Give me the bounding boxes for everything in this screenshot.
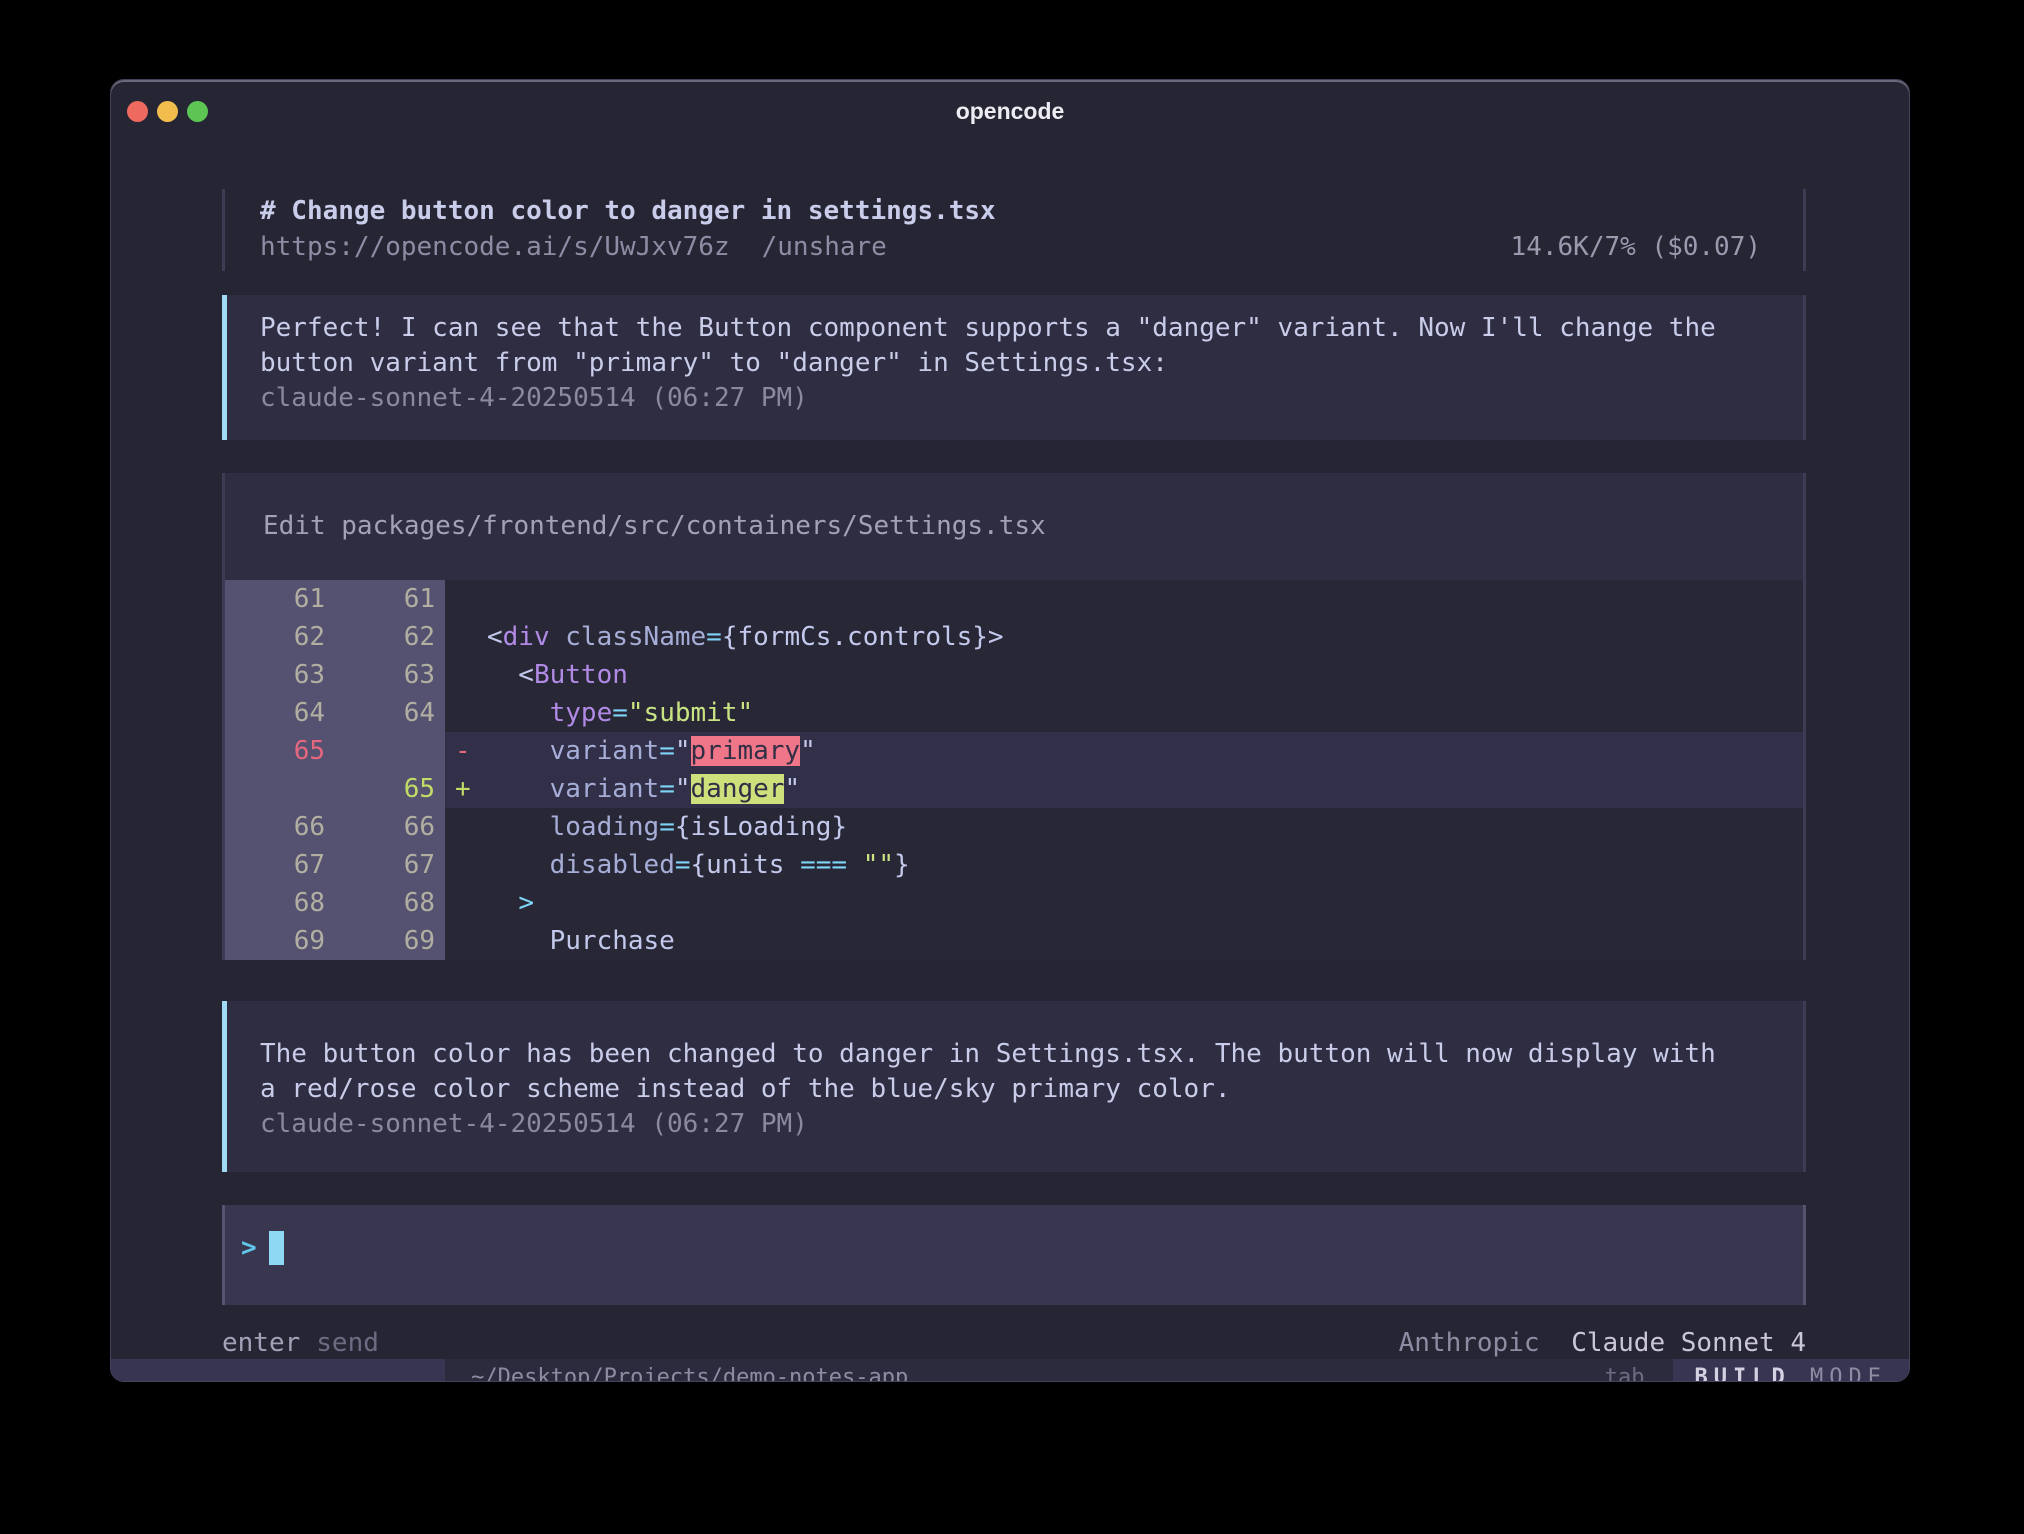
code-line: > (487, 884, 1803, 922)
gutter-old-line-number: 66 (225, 808, 325, 846)
diff-marker (445, 694, 487, 732)
send-action-hint: send (316, 1327, 379, 1359)
gutter-new-line-number: 62 (325, 618, 445, 656)
gutter-new-line-number: 69 (325, 922, 445, 960)
diff-row: 6666 loading={isLoading} (225, 808, 1803, 846)
diff-marker: + (445, 770, 487, 808)
message-meta: claude-sonnet-4-20250514 (06:27 PM) (260, 381, 1743, 416)
edit-file-header: Edit packages/frontend/src/containers/Se… (225, 473, 1803, 580)
code-line: <div className={formCs.controls}> (487, 618, 1803, 656)
diff-row: 6161 (225, 580, 1803, 618)
gutter-old-line-number: 67 (225, 846, 325, 884)
diff-row: 65 - variant="primary" (225, 732, 1803, 770)
token-cost-stats: 14.6K/7% ($0.07) (1511, 229, 1761, 265)
diff-row: 6363 <Button (225, 656, 1803, 694)
working-directory: ~/Desktop/Projects/demo-notes-app (445, 1359, 908, 1382)
message-meta: claude-sonnet-4-20250514 (06:27 PM) (260, 1107, 1743, 1142)
unshare-command[interactable]: /unshare (762, 229, 887, 265)
enter-key-hint: enter (222, 1327, 300, 1359)
gutter-new-line-number: 63 (325, 656, 445, 694)
provider-name: Anthropic (1399, 1328, 1540, 1358)
mode-label-bold: BUILD (1695, 1365, 1791, 1382)
session-header: # Change button color to danger in setti… (222, 189, 1806, 271)
gutter-old-line-number: 68 (225, 884, 325, 922)
status-bar: opencodev0.3.11 ~/Desktop/Projects/demo-… (111, 1359, 1909, 1382)
gutter-new-line-number (325, 732, 445, 770)
code-line (487, 580, 1803, 618)
opencode-window: opencode # Change button color to danger… (110, 79, 1910, 1382)
code-line: type="submit" (487, 694, 1803, 732)
diff-marker (445, 656, 487, 694)
diff-row: 6969 Purchase (225, 922, 1803, 960)
mode-segment[interactable]: BUILD MODE (1673, 1359, 1909, 1382)
message-text: Perfect! I can see that the Button compo… (260, 311, 1743, 381)
gutter-new-line-number: 64 (325, 694, 445, 732)
diff-marker (445, 808, 487, 846)
share-url[interactable]: https://opencode.ai/s/UwJxv76z (260, 229, 730, 265)
app-version-segment: opencodev0.3.11 (111, 1359, 445, 1382)
diff-row: 6464 type="submit" (225, 694, 1803, 732)
code-line: variant="danger" (487, 770, 1803, 808)
code-line: disabled={units === ""} (487, 846, 1803, 884)
text-cursor (269, 1231, 284, 1265)
titlebar: opencode (111, 80, 1909, 142)
code-line: variant="primary" (487, 732, 1803, 770)
message-text: The button color has been changed to dan… (260, 1037, 1743, 1107)
diff-row: 6262 <div className={formCs.controls}> (225, 618, 1803, 656)
model-name: Claude Sonnet 4 (1571, 1328, 1806, 1358)
code-line: <Button (487, 656, 1803, 694)
prompt-line: > (241, 1231, 1787, 1265)
session-title: # Change button color to danger in setti… (260, 193, 1761, 229)
gutter-old-line-number: 62 (225, 618, 325, 656)
diff-marker (445, 922, 487, 960)
session-subline: https://opencode.ai/s/UwJxv76z /unshare … (260, 229, 1761, 265)
gutter-old-line-number: 63 (225, 656, 325, 694)
gutter-old-line-number: 64 (225, 694, 325, 732)
assistant-message: Perfect! I can see that the Button compo… (222, 295, 1806, 440)
status-bar-right: tab BUILD MODE (1605, 1359, 1909, 1382)
mode-label-rest: MODE (1791, 1365, 1887, 1382)
gutter-old-line-number: 69 (225, 922, 325, 960)
diff-marker (445, 580, 487, 618)
edit-tool-block: Edit packages/frontend/src/containers/Se… (222, 473, 1806, 960)
gutter-new-line-number: 65 (325, 770, 445, 808)
gutter-old-line-number: 65 (225, 732, 325, 770)
gutter-new-line-number: 66 (325, 808, 445, 846)
code-line: loading={isLoading} (487, 808, 1803, 846)
gutter-new-line-number: 68 (325, 884, 445, 922)
assistant-message: The button color has been changed to dan… (222, 1001, 1806, 1172)
diff-row: 6868 > (225, 884, 1803, 922)
diff-marker (445, 846, 487, 884)
model-indicator: Anthropic Claude Sonnet 4 (1399, 1327, 1806, 1359)
prompt-symbol: > (241, 1233, 257, 1263)
gutter-old-line-number (225, 770, 325, 808)
diff-marker (445, 618, 487, 656)
diff-row: 6767 disabled={units === ""} (225, 846, 1803, 884)
diff-marker: - (445, 732, 487, 770)
tab-key-hint: tab (1605, 1359, 1673, 1382)
window-title: opencode (111, 98, 1909, 125)
main-content: # Change button color to danger in setti… (111, 142, 1909, 1359)
code-line: Purchase (487, 922, 1803, 960)
diff-marker (445, 884, 487, 922)
prompt-input[interactable]: > (222, 1205, 1806, 1305)
gutter-new-line-number: 61 (325, 580, 445, 618)
diff-row: 65+ variant="danger" (225, 770, 1803, 808)
hint-row: enter send Anthropic Claude Sonnet 4 (222, 1327, 1806, 1359)
gutter-new-line-number: 67 (325, 846, 445, 884)
diff-rows: 61616262 <div className={formCs.controls}… (225, 580, 1803, 960)
gutter-old-line-number: 61 (225, 580, 325, 618)
